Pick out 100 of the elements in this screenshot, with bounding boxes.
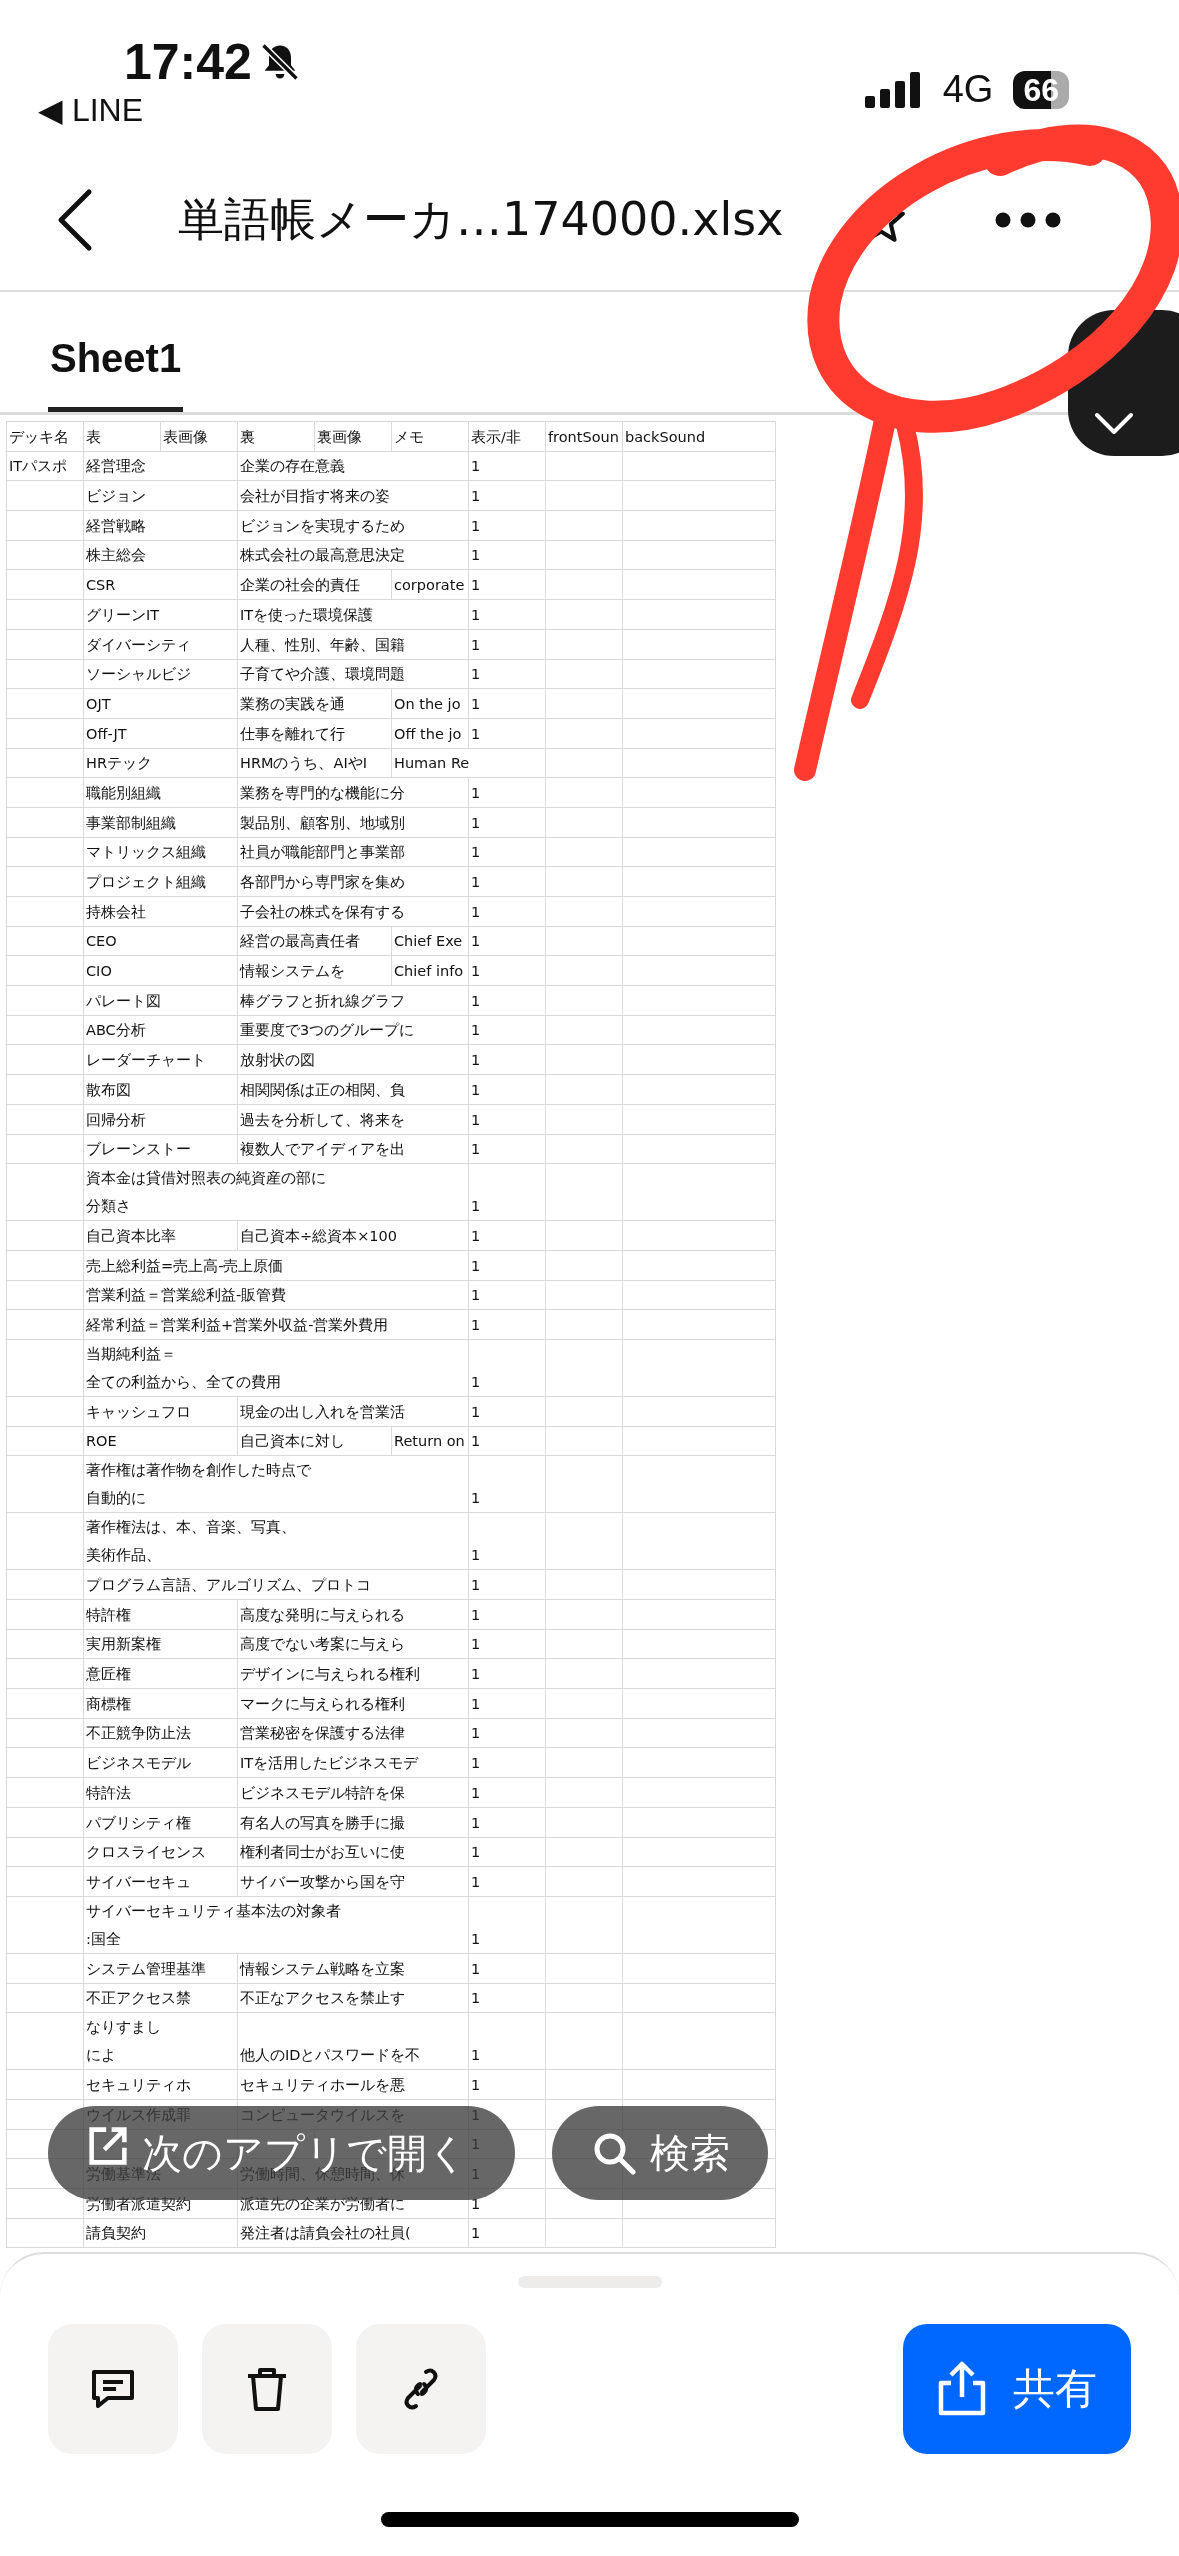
table-cell: 1 [469, 1689, 545, 1718]
table-cell: ITパスポ [7, 451, 83, 481]
table-cell: ビジネスモデル [84, 1748, 237, 1778]
table-cell: CSR [84, 570, 237, 600]
table-cell: 情報システムを [238, 956, 391, 986]
table-cell: 1 [469, 986, 545, 1015]
table-cell: マークに与えられる権利 [238, 1689, 468, 1718]
table-cell: 重要度で3つのグループに [238, 1015, 468, 1045]
table-cell: 経営理念 [84, 451, 237, 481]
cell-line: 美術作品、 [86, 1546, 161, 1566]
table-cell: 自己資本に対し [238, 1426, 391, 1456]
table-cell: ビジネスモデル特許を保 [238, 1778, 468, 1807]
table-cell: マトリックス組織 [84, 837, 237, 867]
table-cell: 株式会社の最高意思決定 [238, 540, 468, 570]
table-cell: 1 [469, 1396, 545, 1426]
table-cell: Chief info [392, 956, 468, 986]
status-time: 17:42 [124, 34, 252, 90]
link-button[interactable] [356, 2324, 486, 2454]
share-button[interactable]: 共有 [903, 2324, 1131, 2454]
table-cell: パレート図 [84, 986, 237, 1015]
table-cell: 1 [469, 511, 545, 540]
table-cell: 1 [469, 2013, 545, 2070]
table-cell: 職能別組織 [84, 778, 237, 807]
table-cell: 権利者同士がお互いに使 [238, 1837, 468, 1867]
table-cell: 1 [469, 1250, 545, 1280]
table-cell: 1 [469, 1045, 545, 1075]
column-header: 表示/非 [469, 422, 545, 451]
table-cell: 過去を分析して、将来を [238, 1104, 468, 1134]
search-button[interactable]: 検索 [552, 2106, 768, 2200]
cell-line: によ [86, 2046, 116, 2066]
cell-line: 著作権は著作物を創作した時点で [86, 1461, 311, 1481]
table-cell: 高度でない考案に与えら [238, 1629, 468, 1659]
table-cell: 1 [469, 1659, 545, 1689]
cell-line: なりすまし [86, 2018, 161, 2038]
table-cell: 1 [469, 1837, 545, 1867]
table-cell: 製品別、顧客別、地域別 [238, 807, 468, 837]
chevron-down-icon [1094, 412, 1134, 436]
table-cell: 1 [469, 718, 545, 748]
table-cell: 1 [469, 807, 545, 837]
table-cell: 1 [469, 570, 545, 600]
table-cell: Return on [392, 1426, 468, 1456]
table-cell: 放射状の図 [238, 1045, 468, 1075]
table-cell: Off-JT [84, 718, 237, 748]
table-cell: 1 [469, 956, 545, 986]
table-cell: システム管理基準 [84, 1953, 237, 1983]
table-cell: 自己資本比率 [84, 1221, 237, 1250]
table-cell: 1 [469, 1718, 545, 1748]
table-cell: 持株会社 [84, 897, 237, 926]
table-cell: 業務の実践を通 [238, 689, 391, 718]
cell-line: 自動的に [86, 1489, 146, 1509]
table-cell: 意匠権 [84, 1659, 237, 1689]
table-cell: 1 [469, 1104, 545, 1134]
table-cell: 売上総利益=売上高-売上原価 [84, 1250, 468, 1280]
comment-button[interactable] [48, 2324, 178, 2454]
table-cell: 1 [469, 1280, 545, 1310]
external-link-icon [88, 2126, 128, 2166]
table-cell: セキュリティホ [84, 2070, 237, 2099]
sheet-tab[interactable]: Sheet1 [48, 336, 184, 412]
table-cell: HRMのうち、AIやI [238, 748, 391, 778]
table-cell: 実用新案権 [84, 1629, 237, 1659]
column-header: 裏画像 [315, 422, 391, 451]
table-cell: 高度な発明に与えられる [238, 1600, 468, 1629]
table-cell: 特許法 [84, 1778, 237, 1807]
table-cell: 1 [469, 451, 545, 481]
table-cell: corporate [392, 570, 468, 600]
table-cell: プログラム言語、アルゴリズム、プロトコ [84, 1570, 468, 1599]
table-cell: 企業の社会的責任 [238, 570, 391, 600]
column-header: 表画像 [161, 422, 237, 451]
table-cell: 特許権 [84, 1600, 237, 1629]
table-cell: 企業の存在意義 [238, 451, 468, 481]
column-header: 表 [84, 422, 160, 451]
upload-icon [937, 2361, 987, 2417]
table-cell: 1 [469, 837, 545, 867]
table-cell: 1 [469, 1629, 545, 1659]
more-icon[interactable] [995, 212, 1062, 228]
table-cell: 1 [469, 778, 545, 807]
table-cell: 株主総会 [84, 540, 237, 570]
table-cell: 1 [469, 1339, 545, 1396]
table-cell: ROE [84, 1426, 237, 1456]
cell-line: 資本金は貸借対照表の純資産の部に [86, 1169, 326, 1189]
delete-button[interactable] [202, 2324, 332, 2454]
table-cell: 人種、性別、年齢、国籍 [238, 629, 468, 659]
table-cell: 会社が目指す将来の姿 [238, 481, 468, 511]
table-cell: 仕事を離れて行 [238, 718, 391, 748]
table-cell: 1 [469, 1600, 545, 1629]
table-cell: 1 [469, 1807, 545, 1837]
table-cell: ビジョン [84, 481, 237, 511]
file-title: 単語帳メーカ…174000.xlsx [178, 191, 784, 248]
table-cell: Off the jo [392, 718, 468, 748]
table-cell: 回帰分析 [84, 1104, 237, 1134]
cell-line: 全ての利益から、全ての費用 [86, 1372, 281, 1392]
table-cell: 現金の出し入れを営業活 [238, 1396, 468, 1426]
table-cell: 他人のIDとパスワードを不 [238, 2013, 468, 2070]
back-to-app-link[interactable]: ◀ LINE [38, 90, 302, 130]
table-cell: 1 [469, 1426, 545, 1456]
column-header: 裏 [238, 422, 314, 451]
table-cell: 1 [469, 2218, 545, 2248]
cell-line: 著作権法は、本、音楽、写真、 [86, 1518, 296, 1538]
table-cell: 1 [469, 600, 545, 629]
table-cell: ソーシャルビジ [84, 659, 237, 689]
